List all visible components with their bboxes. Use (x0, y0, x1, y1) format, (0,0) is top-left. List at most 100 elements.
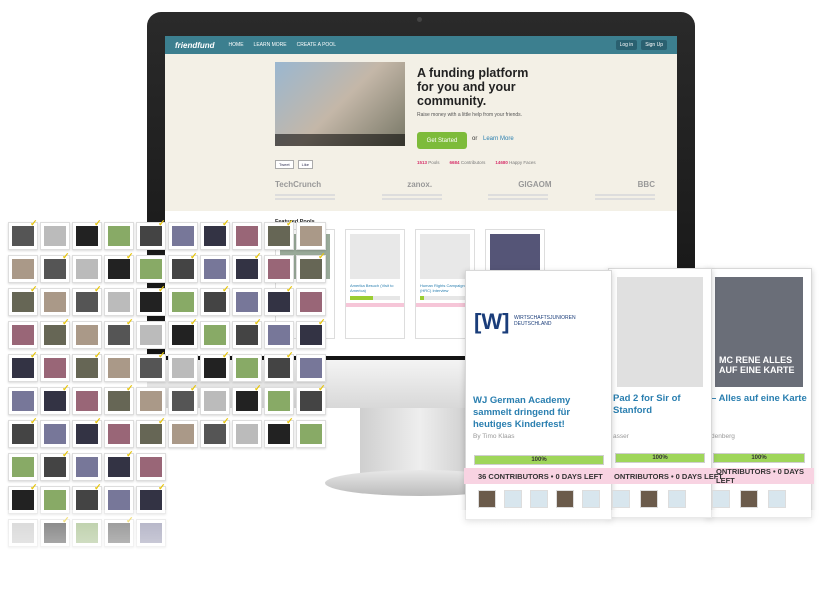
contributor-photo[interactable] (264, 255, 294, 283)
contributor-photo[interactable] (104, 222, 134, 250)
contributor-photo[interactable]: ✓ (8, 285, 38, 316)
contributor-photo[interactable]: ✓ (264, 219, 294, 250)
contributor-photo[interactable]: ✓ (136, 417, 166, 448)
contributor-photo[interactable] (232, 222, 262, 250)
contributor-photo[interactable] (136, 255, 166, 283)
contributor-photo[interactable]: ✓ (40, 450, 70, 481)
contributor-photo[interactable] (168, 354, 198, 382)
contributor-photo[interactable]: ✓ (136, 351, 166, 382)
tweet-button[interactable]: Tweet (275, 160, 294, 169)
contributor-photo[interactable] (296, 288, 326, 316)
contributor-photo[interactable]: ✓ (8, 219, 38, 250)
video-controls[interactable] (275, 134, 405, 146)
contributor-photo[interactable]: ✓ (296, 318, 326, 349)
like-button[interactable]: Like (297, 160, 314, 169)
contributor-photo[interactable] (40, 354, 70, 382)
contributor-photo[interactable] (136, 387, 166, 415)
signup-button[interactable]: Sign Up (641, 40, 667, 50)
contributor-avatar[interactable] (556, 490, 574, 508)
get-started-button[interactable]: Get Started (417, 132, 467, 149)
contributor-photo[interactable] (168, 288, 198, 316)
contributor-photo[interactable]: ✓ (72, 219, 102, 250)
contributor-photo[interactable]: ✓ (72, 285, 102, 316)
contributor-photo[interactable]: ✓ (200, 351, 230, 382)
contributor-photo[interactable]: ✓ (168, 252, 198, 283)
contributor-photo[interactable] (232, 420, 262, 448)
contributor-photo[interactable] (8, 387, 38, 415)
contributor-photo[interactable]: ✓ (104, 384, 134, 415)
contributor-photo[interactable] (296, 420, 326, 448)
site-logo[interactable]: friendfund (175, 41, 215, 50)
contributor-photo[interactable] (104, 354, 134, 382)
contributor-photo[interactable]: ✓ (136, 285, 166, 316)
contributor-photo[interactable] (136, 321, 166, 349)
contributor-photo[interactable]: ✓ (168, 318, 198, 349)
contributor-photo[interactable] (264, 387, 294, 415)
contributor-avatar[interactable] (768, 490, 786, 508)
contributor-photo[interactable]: ✓ (232, 384, 262, 415)
hero-video[interactable] (275, 62, 405, 146)
contributor-photo[interactable] (8, 321, 38, 349)
contributor-photo[interactable] (72, 321, 102, 349)
pool-card[interactable]: Amerika Besuch (Visit to America) (345, 229, 405, 339)
contributor-photo[interactable] (104, 420, 134, 448)
contributor-photo[interactable] (40, 222, 70, 250)
contributor-photo[interactable] (136, 453, 166, 481)
contributor-photo[interactable]: ✓ (200, 285, 230, 316)
contributor-photo[interactable]: ✓ (168, 384, 198, 415)
contributor-avatar[interactable] (668, 490, 686, 508)
contributor-avatar[interactable] (640, 490, 658, 508)
contributor-photo[interactable] (8, 453, 38, 481)
contributor-photo[interactable]: ✓ (40, 252, 70, 283)
contributor-photo[interactable] (40, 288, 70, 316)
contributor-photo[interactable]: ✓ (200, 417, 230, 448)
contributor-photo[interactable] (232, 288, 262, 316)
contributor-avatar[interactable] (504, 490, 522, 508)
contributor-photo[interactable]: ✓ (104, 318, 134, 349)
learn-more-link[interactable]: Learn More (483, 136, 514, 142)
contributor-photo[interactable] (72, 453, 102, 481)
login-button[interactable]: Log in (615, 40, 638, 50)
contributor-photo[interactable] (200, 387, 230, 415)
contributor-photo[interactable] (232, 354, 262, 382)
nav-home[interactable]: HOME (229, 42, 244, 48)
contributor-photo[interactable]: ✓ (296, 252, 326, 283)
pool-title[interactable]: – Alles auf eine Karte (711, 393, 807, 405)
nav-create-pool[interactable]: CREATE A POOL (297, 42, 336, 48)
contributor-photo[interactable]: ✓ (264, 351, 294, 382)
nav-learn-more[interactable]: LEARN MORE (254, 42, 287, 48)
contributor-photo[interactable]: ✓ (104, 252, 134, 283)
contributor-photo[interactable]: ✓ (264, 417, 294, 448)
pool-title[interactable]: Pad 2 for Sir of Stanford (613, 393, 711, 417)
contributor-photo[interactable] (168, 222, 198, 250)
contributor-photo[interactable]: ✓ (72, 417, 102, 448)
contributor-avatar[interactable] (612, 490, 630, 508)
contributor-photo[interactable]: ✓ (200, 219, 230, 250)
contributor-photo[interactable]: ✓ (232, 318, 262, 349)
contributor-photo[interactable]: ✓ (136, 219, 166, 250)
contributor-avatar[interactable] (712, 490, 730, 508)
contributor-photo[interactable] (104, 288, 134, 316)
contributor-photo[interactable]: ✓ (8, 417, 38, 448)
contributor-photo[interactable] (8, 255, 38, 283)
contributor-photo[interactable] (168, 420, 198, 448)
contributor-photo[interactable]: ✓ (8, 351, 38, 382)
contributor-photo[interactable] (72, 255, 102, 283)
contributor-photo[interactable] (296, 222, 326, 250)
contributor-photo[interactable] (200, 255, 230, 283)
contributor-photo[interactable] (264, 321, 294, 349)
contributor-photo[interactable]: ✓ (104, 450, 134, 481)
contributor-photo[interactable]: ✓ (72, 351, 102, 382)
contributor-photo[interactable]: ✓ (40, 384, 70, 415)
contributor-photo[interactable] (296, 354, 326, 382)
contributor-avatar[interactable] (530, 490, 548, 508)
contributor-photo[interactable]: ✓ (40, 318, 70, 349)
contributor-photo[interactable]: ✓ (232, 252, 262, 283)
contributor-photo[interactable] (72, 387, 102, 415)
contributor-avatar[interactable] (478, 490, 496, 508)
contributor-photo[interactable]: ✓ (296, 384, 326, 415)
contributor-photo[interactable] (200, 321, 230, 349)
contributor-avatar[interactable] (582, 490, 600, 508)
contributor-photo[interactable] (40, 420, 70, 448)
contributor-photo[interactable]: ✓ (264, 285, 294, 316)
